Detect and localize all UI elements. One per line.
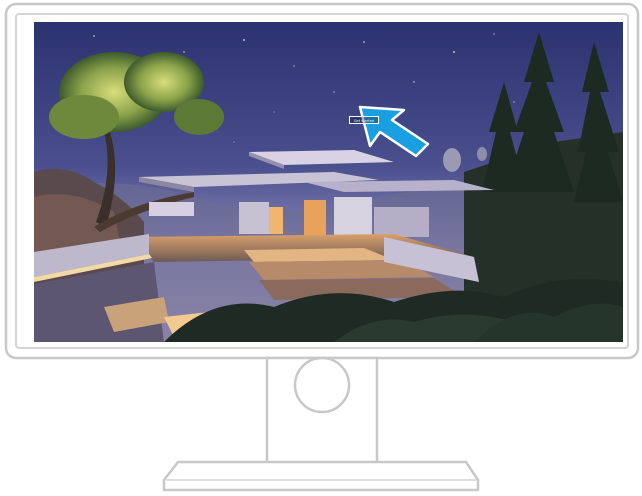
get-started-label[interactable]: Get started bbox=[349, 116, 379, 124]
monitor-illustration: Get started bbox=[0, 0, 642, 496]
desktop-screen: Get started bbox=[34, 22, 623, 342]
cable-hole bbox=[293, 356, 351, 414]
monitor-stand-base bbox=[162, 460, 480, 492]
wallpaper-image bbox=[34, 22, 623, 342]
